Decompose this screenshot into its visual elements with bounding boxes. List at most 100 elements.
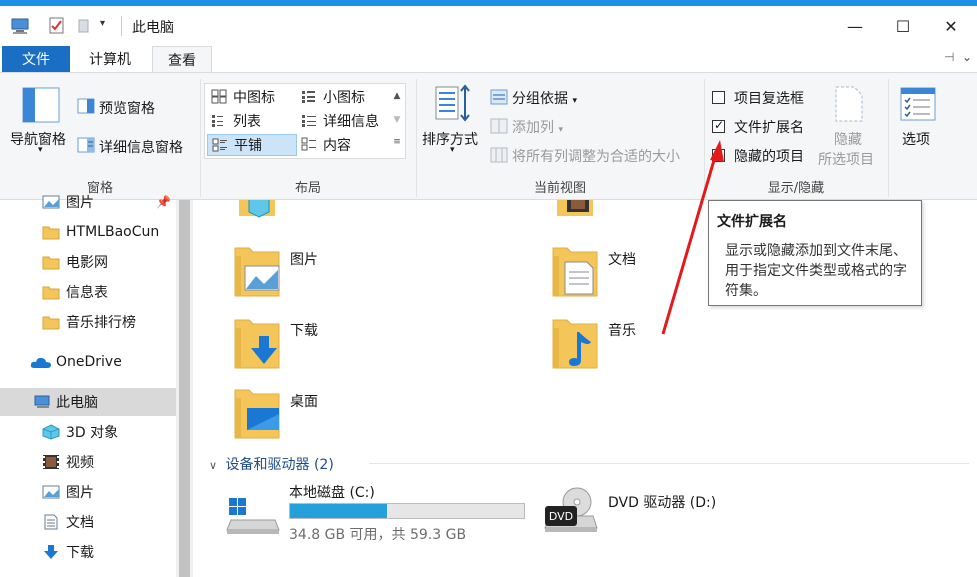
nav-item-htmlbaocun[interactable]: HTMLBaoCun [0, 218, 176, 246]
layout-list[interactable]: 列表 [207, 110, 297, 132]
drive-d-label[interactable]: DVD 驱动器 (D:) [608, 492, 716, 512]
videos-folder-icon[interactable] [555, 200, 595, 226]
item-checkboxes-label[interactable]: 项目复选框 [734, 88, 804, 108]
sort-by-dropdown-icon[interactable]: ▾ [450, 145, 455, 155]
medium-icons-icon [211, 89, 227, 104]
layout-scroll-down-icon[interactable]: ▼ [390, 115, 404, 125]
folder-icon [42, 286, 60, 300]
nav-pane-dropdown-icon[interactable]: ▾ [38, 145, 43, 155]
list-icon [212, 115, 223, 127]
folder-downloads-label[interactable]: 下载 [290, 320, 318, 340]
hidden-items-checkbox[interactable] [712, 149, 725, 162]
folder-documents-label[interactable]: 文档 [608, 249, 636, 269]
preview-pane-icon [77, 98, 95, 114]
tab-file[interactable]: 文件 [2, 46, 70, 72]
minimize-button[interactable]: — [832, 12, 878, 40]
options-button[interactable]: 选项 [902, 129, 930, 149]
hide-selected-items-icon [835, 86, 863, 122]
preview-pane-button[interactable]: 预览窗格 [99, 98, 155, 118]
3d-objects-folder-icon[interactable] [237, 200, 277, 226]
tab-computer[interactable]: 计算机 [74, 46, 146, 72]
details-pane-button[interactable]: 详细信息窗格 [99, 137, 183, 157]
hidden-items-label[interactable]: 隐藏的项目 [734, 146, 804, 166]
layout-medium-icons[interactable]: 中图标 [207, 86, 297, 108]
chevron-down-icon[interactable]: ∨ [209, 459, 217, 472]
pin-ribbon-icon[interactable]: ⊣ [944, 50, 954, 64]
content-view-icon [301, 137, 316, 151]
details-icon [302, 115, 316, 127]
3d-objects-icon [42, 424, 60, 440]
layout-expand-icon[interactable]: ≡ [390, 137, 404, 147]
nav-item-pictures-quick[interactable]: 图片 📌 [0, 188, 176, 216]
nav-item-videos[interactable]: 视频 [0, 448, 176, 476]
layout-group-label: 布局 [294, 181, 321, 196]
folder-music-label[interactable]: 音乐 [608, 320, 636, 340]
nav-item-this-pc[interactable]: 此电脑 [0, 388, 176, 416]
desktop-folder-icon[interactable] [231, 384, 283, 440]
dvd-badge: DVD [549, 510, 573, 523]
pictures-folder-icon[interactable] [231, 242, 283, 298]
chevron-down-icon[interactable]: ⌄ [962, 50, 972, 64]
layout-scroll-up-icon[interactable]: ▲ [390, 91, 404, 101]
downloads-folder-icon[interactable] [231, 314, 283, 370]
folder-pictures-label[interactable]: 图片 [290, 249, 318, 269]
documents-icon [44, 514, 58, 530]
file-extensions-checkbox[interactable]: ✓ [712, 118, 725, 133]
documents-folder-icon[interactable] [549, 242, 601, 298]
folder-icon [42, 256, 60, 270]
tooltip-body: 显示或隐藏添加到文件末尾、用于指定文件类型或格式的字符集。 [725, 243, 907, 299]
nav-item-pictures[interactable]: 图片 [0, 478, 176, 506]
small-icons-icon [302, 91, 315, 103]
nav-item-3d-objects[interactable]: 3D 对象 [0, 418, 176, 446]
nav-item-documents[interactable]: 文档 [0, 508, 176, 536]
new-folder-icon[interactable] [76, 16, 92, 36]
customize-quick-access-icon[interactable]: ▾ [100, 18, 105, 38]
hide-selected-line2[interactable]: 所选项目 [818, 149, 874, 169]
nav-item-downloads[interactable]: 下载 [0, 538, 176, 566]
ribbon-tabs: 文件 计算机 查看 [0, 44, 977, 72]
maximize-button[interactable]: ☐ [880, 12, 926, 40]
show-hide-group-label: 显示/隐藏 [767, 181, 825, 196]
nav-item-onedrive[interactable]: OneDrive [0, 348, 176, 376]
this-pc-icon[interactable] [10, 16, 32, 36]
nav-item-music-chart[interactable]: 音乐排行榜 [0, 308, 176, 336]
dvd-drive-icon[interactable]: DVD [543, 486, 599, 538]
checkmark-icon: ✓ [714, 118, 725, 132]
music-folder-icon[interactable] [549, 314, 601, 370]
navigation-pane: 图片 📌 HTMLBaoCun 电影网 信息表 音乐排行榜 OneDrive 此… [0, 195, 176, 577]
window-title: 此电脑 [132, 20, 174, 36]
properties-icon[interactable] [48, 16, 66, 36]
folder-desktop-label[interactable]: 桌面 [290, 391, 318, 411]
layout-content[interactable]: 内容 [297, 134, 389, 156]
tiles-icon [212, 138, 227, 152]
layout-small-icons[interactable]: 小图标 [297, 86, 389, 108]
pin-icon[interactable]: 📌 [156, 195, 171, 209]
add-column-icon [490, 118, 508, 134]
close-button[interactable]: ✕ [928, 12, 974, 40]
nav-item-xinxibiao[interactable]: 信息表 [0, 278, 176, 306]
tooltip-file-extensions: 文件扩展名 显示或隐藏添加到文件末尾、用于指定文件类型或格式的字符集。 [708, 200, 922, 306]
size-columns-icon [490, 147, 508, 163]
devices-section-header[interactable]: ∨ 设备和驱动器 (2) [209, 454, 969, 474]
item-checkboxes-checkbox[interactable] [712, 91, 725, 104]
layout-gallery: 中图标 小图标 列表 详细信息 平铺 内容 [204, 83, 406, 159]
size-all-columns-button[interactable]: 将所有列调整为合适的大小 [512, 146, 680, 166]
drive-c-label[interactable]: 本地磁盘 (C:) [289, 482, 375, 502]
group-by-button[interactable]: 分组依据 ▾ [512, 88, 577, 108]
nav-item-dianyingwang[interactable]: 电影网 [0, 248, 176, 276]
scrollbar-thumb[interactable] [179, 200, 190, 577]
section-divider [369, 463, 969, 464]
group-by-icon [490, 89, 508, 105]
tooltip-title: 文件扩展名 [717, 214, 787, 230]
videos-icon [43, 455, 59, 469]
add-column-button[interactable]: 添加列 ▾ [512, 117, 563, 137]
pictures-icon [42, 195, 60, 209]
options-icon [900, 87, 936, 121]
nav-pane-scrollbar[interactable] [176, 200, 193, 577]
layout-details[interactable]: 详细信息 [297, 110, 389, 132]
hide-selected-line1[interactable]: 隐藏 [834, 129, 862, 149]
file-extensions-label[interactable]: 文件扩展名 [734, 117, 804, 137]
local-disk-icon[interactable] [225, 494, 281, 536]
tab-view[interactable]: 查看 [152, 46, 212, 72]
layout-tiles[interactable]: 平铺 [207, 134, 297, 156]
